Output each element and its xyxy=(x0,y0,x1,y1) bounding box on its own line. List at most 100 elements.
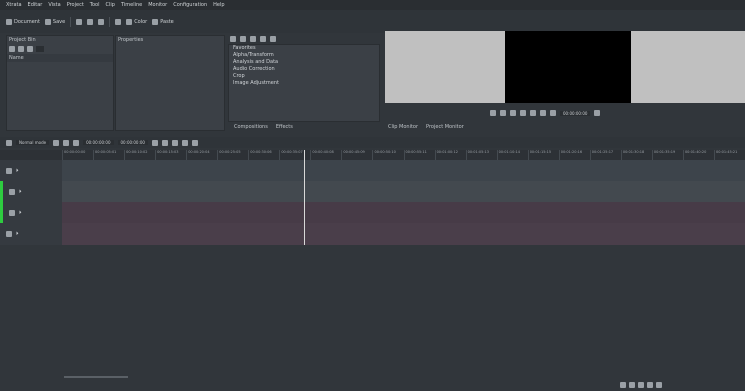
timeline-ruler[interactable]: 00:00:00:00 00:00:05:01 00:00:10:02 00:0… xyxy=(0,150,745,160)
effect-category[interactable]: Alpha/Transform xyxy=(229,52,379,59)
status-bar xyxy=(620,378,745,391)
track-row-a2[interactable] xyxy=(62,223,745,245)
tab-compositions[interactable]: Compositions xyxy=(234,124,268,132)
toolbar-undo-button[interactable] xyxy=(87,18,94,25)
overwrite-icon[interactable] xyxy=(161,139,168,146)
timeline-toolbar: Normal mode 00:00:00:00 00:00:00:00 xyxy=(0,137,745,148)
insert-icon[interactable] xyxy=(151,139,158,146)
rewind-icon[interactable] xyxy=(500,110,506,116)
monitor-controls: 00:00:00:00 xyxy=(490,108,745,118)
audio-effects-icon[interactable] xyxy=(250,36,256,42)
track-row-a1[interactable] xyxy=(62,202,745,223)
toolbar-edit-button[interactable] xyxy=(115,18,122,25)
ruler-tick: 00:00:00:00 xyxy=(62,150,93,160)
ruler-tick: 00:00:45:09 xyxy=(341,150,372,160)
save-icon xyxy=(44,18,51,25)
menu-clip[interactable]: Clip xyxy=(106,2,115,8)
menu-help[interactable]: Help xyxy=(213,2,224,8)
track-header-v1[interactable]: ⏵ xyxy=(0,160,62,181)
play-icon[interactable] xyxy=(520,110,526,116)
toolbar-color-button[interactable]: Color xyxy=(126,18,147,25)
ruler-tick: 00:00:15:03 xyxy=(155,150,186,160)
folder-icon[interactable] xyxy=(18,46,24,52)
tab-effects[interactable]: Effects xyxy=(276,124,293,132)
project-bin-title: Project Bin xyxy=(9,37,36,43)
menu-configuration[interactable]: Configuration xyxy=(173,2,207,8)
add-clip-icon[interactable] xyxy=(9,46,15,52)
paste-icon xyxy=(152,18,159,25)
track-header-a1[interactable]: ⏵ xyxy=(0,202,62,223)
ruler-tick: 00:01:40:20 xyxy=(682,150,714,160)
status-icon[interactable] xyxy=(638,381,644,388)
zone-in-icon[interactable] xyxy=(490,110,496,116)
tab-clip-monitor[interactable]: Clip Monitor xyxy=(388,124,418,132)
track-effects-icon[interactable]: ⏵ xyxy=(19,210,22,216)
track-header-a2[interactable]: ⏵ xyxy=(0,223,62,245)
effect-category[interactable]: Audio Correction xyxy=(229,66,379,73)
toolbar-render-button[interactable] xyxy=(76,18,83,25)
timeline-playhead[interactable] xyxy=(304,150,305,245)
ruler-tick: 00:01:30:18 xyxy=(620,150,652,160)
favorite-icon[interactable] xyxy=(270,36,276,42)
menu-view[interactable]: Vista xyxy=(48,2,60,8)
track-effects-icon[interactable]: ⏵ xyxy=(19,189,22,195)
horizontal-scrollbar[interactable] xyxy=(64,376,128,378)
track-row-v2[interactable] xyxy=(62,181,745,202)
menu-tool[interactable]: Tool xyxy=(90,2,100,8)
timeline-settings-icon[interactable] xyxy=(6,139,12,146)
edit-icon xyxy=(115,18,122,25)
monitor-menu-icon[interactable] xyxy=(594,110,601,116)
effect-category[interactable]: Crop xyxy=(229,73,379,80)
toolbar-paste-button[interactable]: Paste xyxy=(152,18,174,25)
menu-edit[interactable]: Editar xyxy=(28,2,43,8)
properties-panel: Properties xyxy=(115,35,225,131)
timeline-timecode[interactable]: 00:00:00:00 xyxy=(83,140,114,145)
project-bin-search[interactable] xyxy=(36,46,44,52)
custom-effects-icon[interactable] xyxy=(260,36,266,42)
step-forward-icon[interactable] xyxy=(530,110,536,116)
effect-category[interactable]: Image Adjustment xyxy=(229,80,379,87)
track-effects-icon[interactable]: ⏵ xyxy=(16,231,19,237)
status-icon[interactable] xyxy=(629,381,635,388)
track-lock-icon[interactable] xyxy=(6,167,12,174)
track-row-v1[interactable] xyxy=(62,160,745,181)
fullscreen-icon[interactable] xyxy=(550,110,556,116)
forward-icon[interactable] xyxy=(540,110,546,116)
track-effects-icon[interactable]: ⏵ xyxy=(16,168,19,174)
menu-project[interactable]: Project xyxy=(67,2,84,8)
step-back-icon[interactable] xyxy=(510,110,516,116)
edit-mode-select[interactable]: Normal mode xyxy=(16,140,50,145)
lift-icon[interactable] xyxy=(171,139,178,146)
monitor-timecode[interactable]: 00:00:00:00 xyxy=(560,110,591,116)
zoom-icon[interactable] xyxy=(191,139,198,146)
zoom-slider-icon[interactable] xyxy=(656,381,662,388)
selection-tool-icon[interactable] xyxy=(53,139,60,146)
menu-file[interactable]: Xtrata xyxy=(6,2,22,8)
track-lock-icon[interactable] xyxy=(6,231,12,237)
ruler-tick: 00:00:55:11 xyxy=(403,150,435,160)
track-header-v2[interactable]: ⏵ xyxy=(0,181,62,202)
favorite-icon[interactable] xyxy=(181,139,188,146)
toolbar-save-button[interactable]: Save xyxy=(44,18,65,25)
track-lock-icon[interactable] xyxy=(9,188,15,195)
delete-icon[interactable] xyxy=(27,46,33,52)
ruler-tick: 00:00:05:01 xyxy=(93,150,124,160)
track-lock-icon[interactable] xyxy=(9,209,15,216)
ruler-tick: 00:01:35:19 xyxy=(651,150,683,160)
effect-category[interactable]: Analysis and Data xyxy=(229,59,379,66)
effect-category[interactable]: Favorites xyxy=(229,45,379,52)
toolbar-redo-button[interactable] xyxy=(98,18,105,25)
status-icon[interactable] xyxy=(647,381,653,388)
project-bin-name-column[interactable]: Name xyxy=(7,54,113,62)
menu-timeline[interactable]: Timeline xyxy=(121,2,142,8)
video-effects-icon[interactable] xyxy=(240,36,246,42)
color-icon xyxy=(126,18,133,25)
status-icon[interactable] xyxy=(620,381,626,388)
toolbar-document-button[interactable]: Document xyxy=(6,18,40,25)
search-icon[interactable] xyxy=(230,36,236,42)
spacer-tool-icon[interactable] xyxy=(73,139,80,146)
menu-monitor[interactable]: Monitor xyxy=(148,2,167,8)
undo-icon xyxy=(87,18,94,25)
tab-project-monitor[interactable]: Project Monitor xyxy=(426,124,464,132)
razor-tool-icon[interactable] xyxy=(63,139,70,146)
